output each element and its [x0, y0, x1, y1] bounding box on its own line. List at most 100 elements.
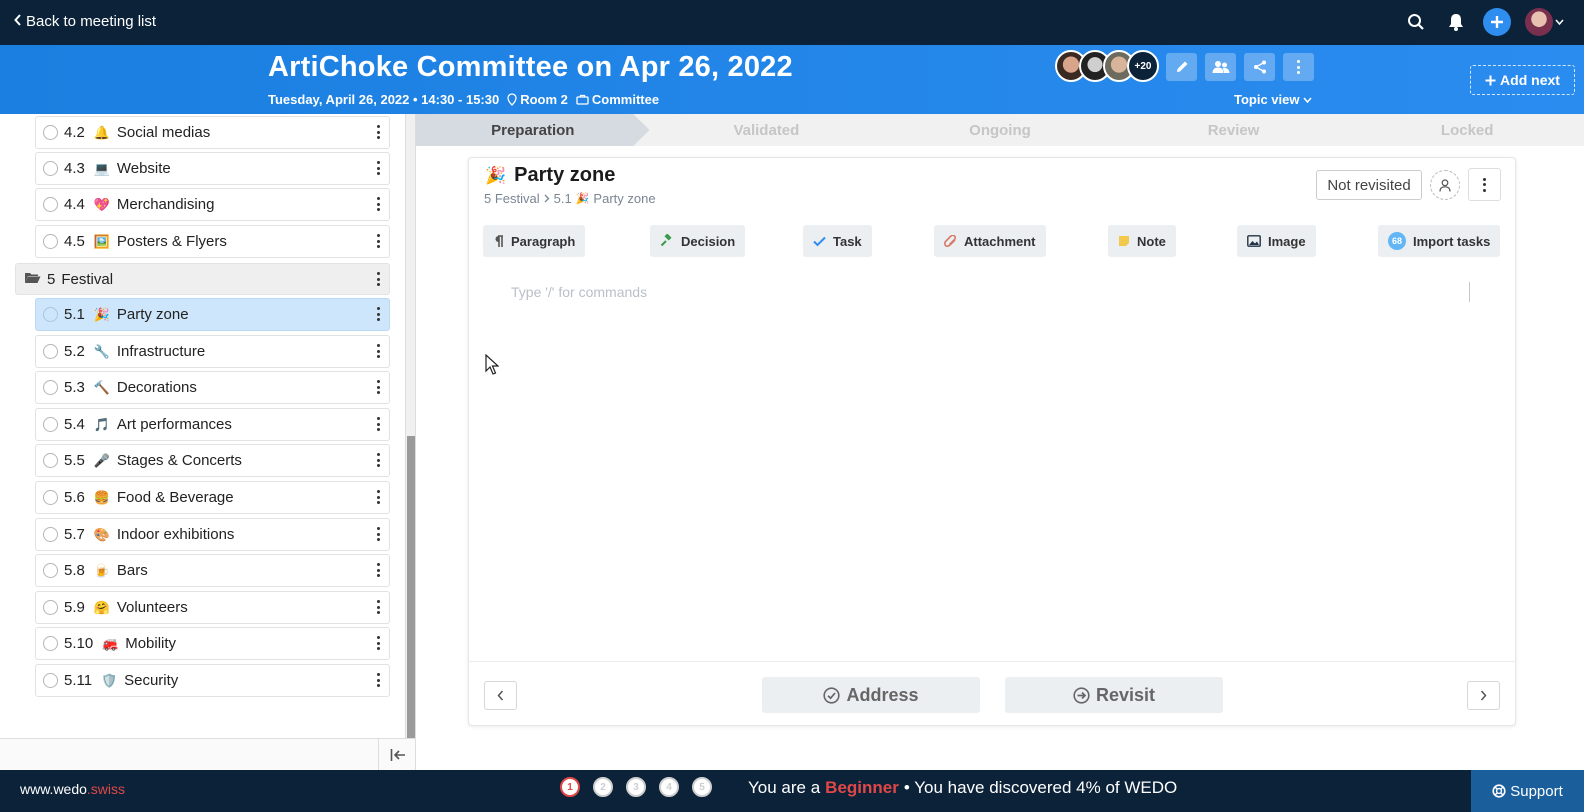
progress-step[interactable]: 5: [692, 777, 712, 797]
revisit-button[interactable]: Revisit: [1005, 677, 1223, 713]
topic-menu-icon[interactable]: [377, 563, 381, 577]
topic-menu-icon[interactable]: [377, 234, 381, 248]
topic-item[interactable]: 5.6 🍔 Food & Beverage: [35, 481, 390, 514]
step-validated[interactable]: Validated: [650, 114, 884, 146]
arrow-circle-right-icon: [1073, 686, 1090, 704]
attachment-button[interactable]: Attachment: [934, 225, 1046, 257]
progress-step[interactable]: 1: [560, 777, 580, 797]
user-menu[interactable]: [1525, 8, 1564, 36]
topic-item[interactable]: 5.9 🤗 Volunteers: [35, 591, 390, 624]
topic-menu-icon[interactable]: [377, 307, 381, 321]
user-level-text: You are a Beginner • You have discovered…: [748, 778, 1178, 797]
task-button[interactable]: Task: [803, 225, 872, 257]
topic-item[interactable]: 5.2 🔧 Infrastructure: [35, 335, 390, 368]
topic-menu-icon[interactable]: [377, 527, 381, 541]
topic-menu-icon[interactable]: [377, 417, 381, 431]
topic-menu-icon[interactable]: [377, 380, 381, 394]
topic-item[interactable]: 4.5 🖼️ Posters & Flyers: [35, 225, 390, 258]
edit-meeting-button[interactable]: [1166, 53, 1197, 81]
site-link[interactable]: www.wedo.swiss: [20, 781, 125, 797]
topic-item[interactable]: 5.8 🍺 Bars: [35, 554, 390, 587]
topic-status-radio[interactable]: [43, 125, 58, 140]
topic-status-radio[interactable]: [43, 161, 58, 176]
topic-menu-icon[interactable]: [377, 161, 381, 175]
topic-status-radio[interactable]: [43, 490, 58, 505]
topic-more-menu-button[interactable]: [1468, 168, 1501, 201]
topic-menu-icon[interactable]: [377, 673, 381, 687]
topic-status-radio[interactable]: [43, 600, 58, 615]
progress-step[interactable]: 3: [626, 777, 646, 797]
collapse-sidebar-button[interactable]: [378, 739, 416, 771]
topic-item-active[interactable]: 5.1 🎉 Party zone: [35, 298, 390, 331]
back-to-meeting-list-link[interactable]: Back to meeting list: [14, 13, 156, 30]
attendees-button[interactable]: [1205, 53, 1236, 81]
topic-item[interactable]: 5.4 🎵 Art performances: [35, 408, 390, 441]
topic-label: Bars: [116, 562, 148, 579]
picture-icon: 🖼️: [93, 233, 110, 249]
topic-status-radio[interactable]: [43, 563, 58, 578]
topic-menu-icon[interactable]: [377, 600, 381, 614]
topic-status-radio[interactable]: [43, 344, 58, 359]
topic-label: Social medias: [116, 124, 211, 141]
topic-status-radio[interactable]: [43, 417, 58, 432]
section-festival[interactable]: 5 Festival: [15, 263, 390, 295]
meeting-more-menu-button[interactable]: [1283, 53, 1314, 81]
topic-menu-icon[interactable]: [377, 344, 381, 358]
topic-item[interactable]: 5.5 🎤 Stages & Concerts: [35, 444, 390, 477]
step-review[interactable]: Review: [1117, 114, 1351, 146]
decision-button[interactable]: Decision: [650, 225, 746, 257]
address-button[interactable]: Address: [762, 677, 980, 713]
support-button[interactable]: Support: [1471, 770, 1584, 812]
topic-status-radio[interactable]: [43, 380, 58, 395]
topic-title-text: Party zone: [514, 164, 616, 186]
sidebar-scrollbar[interactable]: [405, 114, 415, 738]
attendee-avatars[interactable]: +20: [1055, 50, 1159, 82]
section-number: 5: [47, 270, 56, 288]
bell-icon[interactable]: [1443, 9, 1469, 35]
note-button[interactable]: Note: [1108, 225, 1176, 257]
topic-status-radio[interactable]: [43, 453, 58, 468]
add-next-button[interactable]: Add next: [1470, 65, 1575, 95]
topic-item[interactable]: 4.4 💖 Merchandising: [35, 188, 390, 221]
topic-status-radio[interactable]: [43, 197, 58, 212]
topic-status-radio[interactable]: [43, 307, 58, 322]
step-preparation[interactable]: Preparation: [416, 114, 650, 146]
topic-menu-icon[interactable]: [377, 490, 381, 504]
create-new-button[interactable]: [1483, 8, 1511, 36]
paragraph-button[interactable]: Paragraph: [483, 225, 586, 257]
topic-item[interactable]: 5.3 🔨 Decorations: [35, 371, 390, 404]
next-topic-button[interactable]: [1467, 681, 1500, 710]
topic-menu-icon[interactable]: [377, 636, 381, 650]
assign-user-button[interactable]: [1430, 170, 1460, 200]
topic-item[interactable]: 5.11 🛡️ Security: [35, 664, 390, 697]
previous-topic-button[interactable]: [484, 681, 517, 710]
topic-view-dropdown[interactable]: Topic view: [1234, 92, 1312, 107]
editor-input[interactable]: Type '/' for commands: [511, 284, 647, 300]
step-locked[interactable]: Locked: [1350, 114, 1584, 146]
meeting-room[interactable]: Room 2: [507, 92, 568, 107]
topic-menu-icon[interactable]: [377, 125, 381, 139]
topic-menu-icon[interactable]: [377, 197, 381, 211]
topic-status-radio[interactable]: [43, 636, 58, 651]
image-button[interactable]: Image: [1237, 225, 1316, 257]
topic-status-radio[interactable]: [43, 673, 58, 688]
scrollbar-thumb[interactable]: [407, 436, 415, 738]
topic-list[interactable]: 4.2 🔔 Social medias 4.3 💻 Website 4.4 💖 …: [0, 114, 405, 738]
topic-status-radio[interactable]: [43, 527, 58, 542]
section-menu-icon[interactable]: [377, 272, 381, 286]
step-ongoing[interactable]: Ongoing: [883, 114, 1117, 146]
progress-step[interactable]: 2: [593, 777, 613, 797]
topic-status-radio[interactable]: [43, 234, 58, 249]
topic-menu-icon[interactable]: [377, 453, 381, 467]
topic-item[interactable]: 4.3 💻 Website: [35, 152, 390, 185]
topic-item[interactable]: 4.2 🔔 Social medias: [35, 116, 390, 149]
topic-item[interactable]: 5.10 🚒 Mobility: [35, 627, 390, 660]
share-button[interactable]: [1244, 53, 1275, 81]
more-attendees-badge: +20: [1127, 50, 1159, 82]
progress-step[interactable]: 4: [659, 777, 679, 797]
topic-item[interactable]: 5.7 🎨 Indoor exhibitions: [35, 518, 390, 551]
search-icon[interactable]: [1403, 9, 1429, 35]
breadcrumb-section[interactable]: 5 Festival: [484, 191, 540, 206]
revisit-status-button[interactable]: Not revisited: [1316, 170, 1422, 200]
import-tasks-button[interactable]: 68 Import tasks: [1378, 225, 1501, 257]
